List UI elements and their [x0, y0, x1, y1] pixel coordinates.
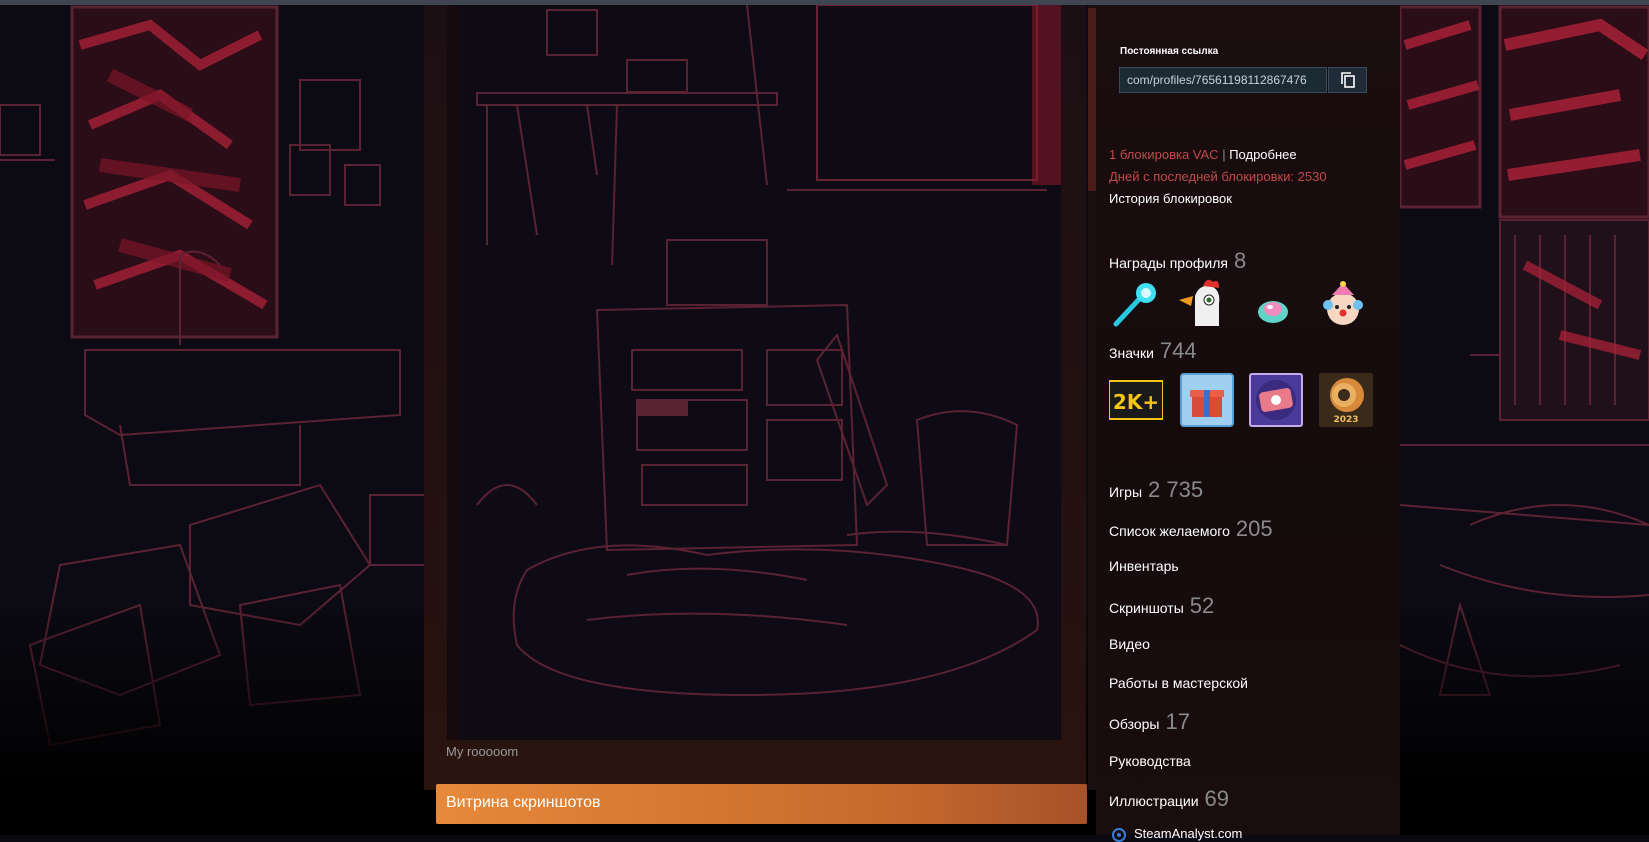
chicken-award-icon[interactable] — [1177, 278, 1227, 328]
screenshots-link[interactable]: Скриншоты 52 — [1109, 593, 1214, 619]
permalink-value[interactable]: com/profiles/76561198112867476 — [1127, 73, 1307, 87]
wishlist-link[interactable]: Список желаемого 205 — [1109, 516, 1273, 542]
vac-ban-line: 1 блокировка VAC | Подробнее — [1109, 147, 1297, 162]
vac-separator: | — [1222, 147, 1226, 162]
reviews-label: Обзоры — [1109, 716, 1160, 732]
showcase-artwork-svg — [447, 5, 1061, 740]
videos-link[interactable]: Видео — [1109, 636, 1150, 652]
permalink-title: Постоянная ссылка — [1120, 46, 1219, 57]
awards-count: 8 — [1233, 248, 1247, 273]
videos-label: Видео — [1109, 636, 1150, 652]
external-link-row[interactable]: SteamAnalyst.com — [1112, 826, 1242, 842]
screenshot-showcase-title: Витрина скриншотов — [446, 794, 601, 811]
badges-label: Значки — [1109, 345, 1154, 361]
svg-text:2K+: 2K+ — [1113, 390, 1159, 414]
left-window — [70, 5, 279, 339]
screenshots-label: Скриншоты — [1109, 600, 1184, 616]
copy-permalink-button[interactable] — [1328, 67, 1367, 93]
showcase-frame — [447, 5, 461, 740]
ticket-badge-icon[interactable] — [1249, 373, 1303, 427]
games-label: Игры — [1109, 484, 1143, 500]
reviews-count: 17 — [1165, 709, 1190, 734]
inventory-link[interactable]: Инвентарь — [1109, 558, 1179, 574]
wishlist-count: 205 — [1235, 516, 1273, 541]
workshop-label: Работы в мастерской — [1109, 675, 1248, 691]
wishlist-label: Список желаемого — [1109, 523, 1230, 539]
artwork-count: 69 — [1204, 786, 1230, 811]
showcase-artwork-image[interactable] — [447, 5, 1061, 740]
jelly-award-icon[interactable] — [1248, 282, 1298, 332]
2k-badge-icon[interactable]: 2K+ — [1109, 373, 1163, 427]
screenshot-showcase-header: Витрина скриншотов — [436, 784, 1087, 824]
guides-label: Руководства — [1109, 753, 1191, 769]
artwork-link[interactable]: Иллюстрации 69 — [1109, 786, 1229, 812]
vac-details-link[interactable]: Подробнее — [1229, 147, 1296, 162]
steam-2023-badge-icon[interactable]: 2023 — [1319, 373, 1373, 427]
clown-award-icon[interactable] — [1318, 281, 1368, 331]
guides-link[interactable]: Руководства — [1109, 753, 1191, 769]
comet-award-icon[interactable] — [1110, 280, 1160, 330]
badges-count: 744 — [1159, 338, 1197, 363]
ban-history-link[interactable]: История блокировок — [1109, 191, 1232, 206]
inventory-label: Инвентарь — [1109, 558, 1179, 574]
badges-link[interactable]: Значки 744 — [1109, 338, 1197, 364]
svg-text:2023: 2023 — [1333, 415, 1358, 425]
showcase-caption: My rooooom — [446, 744, 519, 759]
days-since-ban: Дней с последней блокировки: 2530 — [1109, 169, 1327, 184]
copy-icon — [1340, 72, 1355, 88]
reviews-link[interactable]: Обзоры 17 — [1109, 709, 1190, 735]
awards-label: Награды профиля — [1109, 255, 1228, 271]
games-link[interactable]: Игры 2 735 — [1109, 477, 1203, 503]
screenshots-count: 52 — [1189, 593, 1215, 618]
external-link-label: SteamAnalyst.com — [1134, 826, 1243, 841]
workshop-link[interactable]: Работы в мастерской — [1109, 675, 1248, 691]
games-count: 2 735 — [1148, 477, 1204, 502]
awards-link[interactable]: Награды профиля 8 — [1109, 248, 1246, 274]
artwork-label: Иллюстрации — [1109, 793, 1199, 809]
vac-ban-count: 1 блокировка VAC — [1109, 147, 1219, 162]
gift-badge-icon[interactable] — [1180, 373, 1234, 427]
